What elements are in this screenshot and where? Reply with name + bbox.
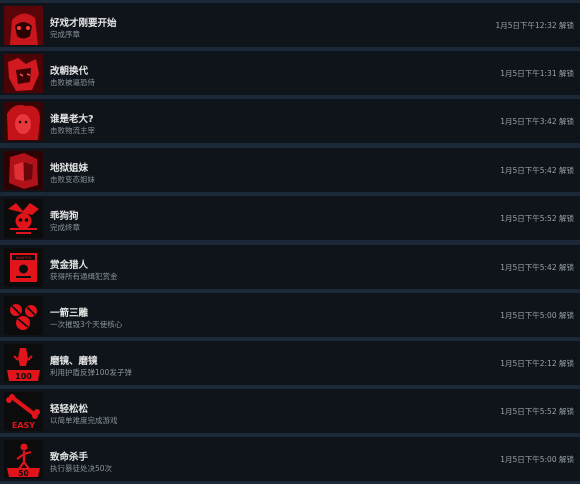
unlock-time: 1月5日下午12:32 解锁 (495, 21, 574, 30)
unlock-time: 1月5日下午3:42 解锁 (500, 117, 574, 126)
achievement-description: 以简单难度完成游戏 (50, 416, 118, 425)
svg-text:EASY: EASY (12, 421, 35, 430)
unlock-time: 1月5日下午5:52 解锁 (500, 407, 574, 416)
unlock-time: 1月5日下午5:00 解锁 (500, 455, 574, 464)
achievement-title: 好戏才刚要开始 (50, 18, 117, 29)
red-hair-portrait-icon (4, 102, 43, 141)
achievement-row[interactable]: WANTED 赏金猎人 获得所有通缉犯赏金 1月5日下午5:42 解锁 (0, 245, 580, 289)
shield-100-icon: 100 (4, 344, 43, 383)
easy-bone-icon: EASY (4, 392, 43, 431)
achievement-description: 完成终章 (50, 223, 80, 232)
achievement-row[interactable]: 100 磨镜、磨镜 利用护盾反弹100发子弹 1月5日下午2:12 解锁 (0, 341, 580, 385)
achievement-title: 赏金猎人 (50, 260, 89, 271)
achievement-row[interactable]: 改朝换代 击败被逼恐侍 1月5日下午1:31 解锁 (0, 51, 580, 95)
kill-50-icon: 50 (4, 440, 43, 479)
achievement-title: 磨镜、磨镜 (50, 356, 98, 367)
unlock-time: 1月5日下午2:12 解锁 (500, 359, 574, 368)
achievement-list: 好戏才刚要开始 完成序章 1月5日下午12:32 解锁改朝换代 击败被逼恐侍 1月5日下… (0, 0, 580, 484)
achievement-title: 地狱姐妹 (50, 163, 89, 174)
wanted-poster-icon: WANTED (4, 248, 43, 287)
anime-face-icon (4, 6, 43, 45)
unlock-time: 1月5日下午5:42 解锁 (500, 263, 574, 272)
achievement-title: 一箭三雕 (50, 308, 89, 319)
unlock-time: 1月5日下午1:31 解锁 (500, 69, 574, 78)
achievement-description: 完成序章 (50, 30, 80, 39)
achievement-description: 利用护盾反弹100发子弹 (50, 368, 132, 377)
achievement-title: 改朝换代 (50, 66, 89, 77)
achievement-row[interactable]: 好戏才刚要开始 完成序章 1月5日下午12:32 解锁 (0, 3, 580, 47)
achievement-title: 乖狗狗 (50, 211, 79, 222)
achievement-title: 轻轻松松 (50, 404, 89, 415)
svg-text:50: 50 (18, 469, 28, 478)
unlock-time: 1月5日下午5:52 解锁 (500, 214, 574, 223)
achievement-row[interactable]: 乖狗狗 完成终章 1月5日下午5:52 解锁 (0, 196, 580, 240)
achievement-title: 谁是老大? (50, 114, 94, 125)
achievement-description: 击败物流主宰 (50, 126, 95, 135)
achievement-row[interactable]: 地狱姐妹 击败变态姐妹 1月5日下午5:42 解锁 (0, 148, 580, 192)
achievement-description: 获得所有通缉犯赏金 (50, 272, 118, 281)
achievement-description: 一次摧毁3个天使核心 (50, 320, 123, 329)
achievement-row[interactable]: 谁是老大? 击败物流主宰 1月5日下午3:42 解锁 (0, 99, 580, 143)
achievement-row[interactable]: 一箭三雕 一次摧毁3个天使核心 1月5日下午5:00 解锁 (0, 293, 580, 337)
warrior-portrait-icon (4, 54, 43, 93)
achievement-row[interactable]: EASY 轻轻松松 以简单难度完成游戏 1月5日下午5:52 解锁 (0, 389, 580, 433)
unlock-time: 1月5日下午5:42 解锁 (500, 166, 574, 175)
achievement-description: 击败被逼恐侍 (50, 78, 95, 87)
sisters-portrait-icon (4, 151, 43, 190)
achievement-description: 击败变态姐妹 (50, 175, 95, 184)
svg-text:WANTED: WANTED (16, 256, 32, 260)
jester-skull-icon (4, 199, 43, 238)
svg-text:100: 100 (15, 372, 32, 381)
achievement-row[interactable]: 50 致命杀手 执行暴徒处决50次 1月5日下午5:00 解锁 (0, 437, 580, 481)
unlock-time: 1月5日下午5:00 解锁 (500, 311, 574, 320)
achievement-description: 执行暴徒处决50次 (50, 464, 113, 473)
triple-orb-icon (4, 296, 43, 335)
achievement-title: 致命杀手 (50, 452, 89, 463)
